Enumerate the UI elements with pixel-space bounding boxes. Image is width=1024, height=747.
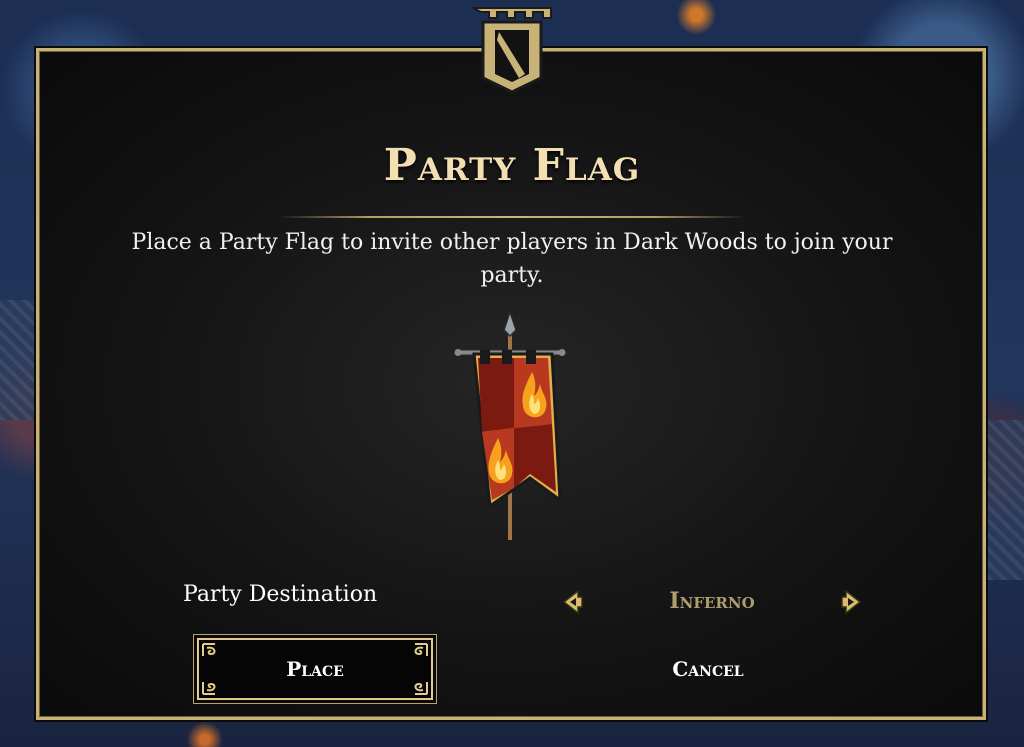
background-wall-left xyxy=(0,300,34,420)
ornament-corner-icon xyxy=(202,643,216,656)
title-divider xyxy=(278,216,746,218)
cancel-button[interactable]: Cancel xyxy=(590,638,826,700)
party-destination-label: Party Destination xyxy=(183,582,378,607)
dialog-description: Place a Party Flag to invite other playe… xyxy=(131,230,893,288)
arrow-right-icon[interactable] xyxy=(840,589,862,615)
ornament-corner-icon xyxy=(414,682,428,695)
arrow-left-icon[interactable] xyxy=(562,589,584,615)
place-button-label: Place xyxy=(286,657,344,681)
ornament-corner-icon xyxy=(414,643,428,656)
background-wall-right xyxy=(988,420,1024,580)
party-destination-value: Inferno xyxy=(669,588,755,614)
tower-banner-icon xyxy=(472,7,552,94)
place-button[interactable]: Place xyxy=(197,638,433,700)
ornament-corner-icon xyxy=(202,682,216,695)
cancel-button-label: Cancel xyxy=(672,657,744,681)
party-flag-icon xyxy=(454,310,566,540)
dialog-title: Party Flag xyxy=(383,140,641,191)
